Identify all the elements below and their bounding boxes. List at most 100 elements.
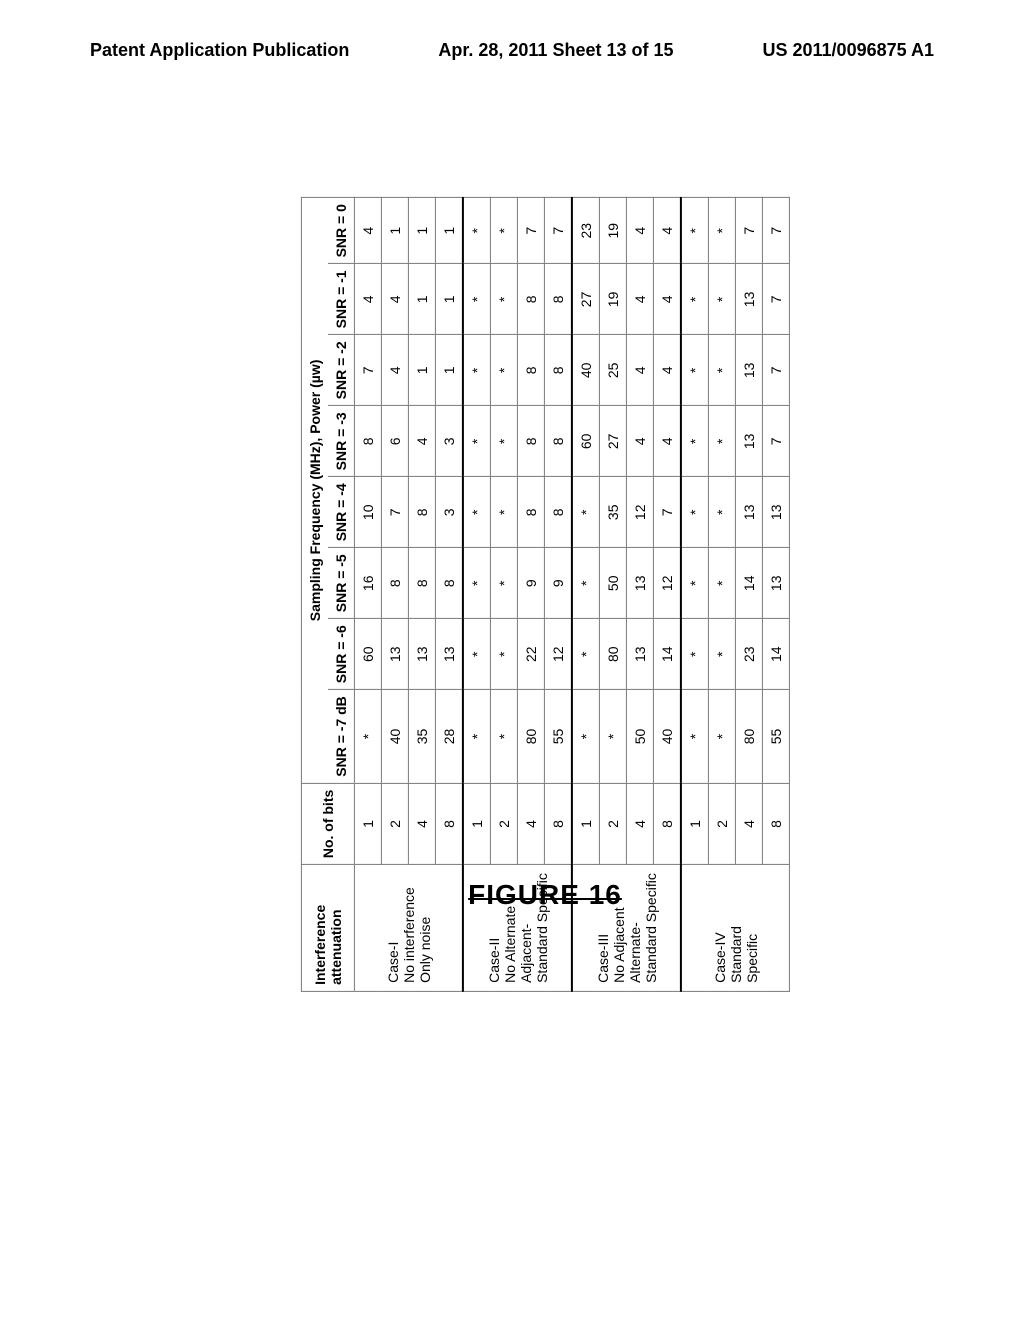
cell-value: 8 [517, 406, 544, 477]
cell-value: 10 [354, 477, 381, 548]
cell-value: 9 [517, 548, 544, 619]
cell-value: 12 [626, 477, 653, 548]
cell-value: 4 [354, 198, 381, 264]
cell-value: * [681, 335, 709, 406]
header-left: Patent Application Publication [90, 40, 349, 61]
cell-value: * [572, 619, 600, 690]
cell-value: 22 [517, 619, 544, 690]
cell-value: 4 [653, 406, 681, 477]
col-snr-1: SNR = -1 [328, 264, 355, 335]
cell-value: 4 [354, 264, 381, 335]
cell-value: 60 [572, 406, 600, 477]
cell-bits: 2 [381, 783, 408, 864]
cell-value: 13 [381, 619, 408, 690]
group-label: Case-INo interferenceOnly noise [354, 865, 463, 992]
cell-value: 13 [735, 406, 762, 477]
col-snr-3: SNR = -3 [328, 406, 355, 477]
cell-value: * [354, 690, 381, 784]
cell-value: * [490, 690, 517, 784]
cell-value: 7 [735, 198, 762, 264]
cell-value: * [572, 690, 600, 784]
cell-value: * [463, 619, 491, 690]
cell-value: 13 [626, 619, 653, 690]
cell-value: * [708, 690, 735, 784]
col-snr-2: SNR = -2 [328, 335, 355, 406]
table-row: Case-IVStandardSpecific1******** [681, 198, 709, 992]
table-row: Case-INo interferenceOnly noise1*6016108… [354, 198, 381, 992]
cell-value: 55 [762, 690, 789, 784]
cell-bits: 8 [762, 783, 789, 864]
cell-value: * [490, 335, 517, 406]
cell-value: 4 [381, 335, 408, 406]
cell-value: * [708, 477, 735, 548]
cell-value: 12 [544, 619, 572, 690]
col-sampling-header: Sampling Frequency (MHz), Power (µw) [301, 198, 328, 784]
cell-value: 4 [626, 264, 653, 335]
cell-value: 7 [517, 198, 544, 264]
cell-value: * [490, 406, 517, 477]
col-interference-line2: attenuation [328, 909, 344, 984]
cell-value: * [681, 477, 709, 548]
cell-bits: 2 [708, 783, 735, 864]
cell-value: * [681, 690, 709, 784]
cell-value: 4 [653, 198, 681, 264]
data-table: Interference attenuation No. of bits Sam… [301, 197, 790, 992]
cell-value: 1 [435, 198, 463, 264]
cell-value: 1 [435, 264, 463, 335]
cell-value: 8 [408, 548, 435, 619]
cell-value: 8 [544, 406, 572, 477]
cell-value: 7 [381, 477, 408, 548]
cell-value: * [490, 548, 517, 619]
group-label: Case-IVStandardSpecific [681, 865, 790, 992]
cell-value: 14 [762, 619, 789, 690]
cell-value: 14 [735, 548, 762, 619]
cell-value: 1 [408, 335, 435, 406]
col-snr-5: SNR = -5 [328, 548, 355, 619]
table-body: Case-INo interferenceOnly noise1*6016108… [354, 198, 789, 992]
table-row: Case-IIINo AdjacentAlternate-Standard Sp… [572, 198, 600, 992]
cell-value: 7 [653, 477, 681, 548]
cell-value: * [708, 264, 735, 335]
cell-value: * [463, 198, 491, 264]
cell-value: 13 [762, 477, 789, 548]
cell-value: 9 [544, 548, 572, 619]
cell-value: * [463, 477, 491, 548]
cell-value: 80 [599, 619, 626, 690]
cell-value: * [490, 198, 517, 264]
cell-value: 1 [408, 264, 435, 335]
col-interference: Interference attenuation [301, 865, 354, 992]
rotated-table-wrapper: Interference attenuation No. of bits Sam… [301, 197, 790, 992]
cell-value: * [681, 406, 709, 477]
cell-value: 4 [626, 335, 653, 406]
cell-value: 7 [354, 335, 381, 406]
cell-value: 8 [544, 335, 572, 406]
cell-value: 7 [544, 198, 572, 264]
cell-value: 13 [762, 548, 789, 619]
cell-value: 14 [653, 619, 681, 690]
cell-value: 50 [626, 690, 653, 784]
cell-value: 23 [735, 619, 762, 690]
cell-bits: 1 [572, 783, 600, 864]
header-right: US 2011/0096875 A1 [763, 40, 934, 61]
cell-value: 4 [626, 198, 653, 264]
cell-value: 7 [762, 264, 789, 335]
cell-value: * [572, 477, 600, 548]
cell-value: 7 [762, 406, 789, 477]
cell-value: * [681, 548, 709, 619]
cell-value: 19 [599, 264, 626, 335]
cell-value: 80 [517, 690, 544, 784]
col-snr-6: SNR = -6 [328, 619, 355, 690]
cell-value: 8 [354, 406, 381, 477]
col-bits: No. of bits [301, 783, 354, 864]
cell-value: * [572, 548, 600, 619]
cell-value: 1 [381, 198, 408, 264]
cell-value: 25 [599, 335, 626, 406]
cell-value: * [463, 548, 491, 619]
cell-value: 8 [381, 548, 408, 619]
cell-bits: 8 [544, 783, 572, 864]
cell-value: 8 [544, 264, 572, 335]
col-snr-4: SNR = -4 [328, 477, 355, 548]
cell-value: * [599, 690, 626, 784]
cell-value: 35 [599, 477, 626, 548]
cell-bits: 8 [435, 783, 463, 864]
